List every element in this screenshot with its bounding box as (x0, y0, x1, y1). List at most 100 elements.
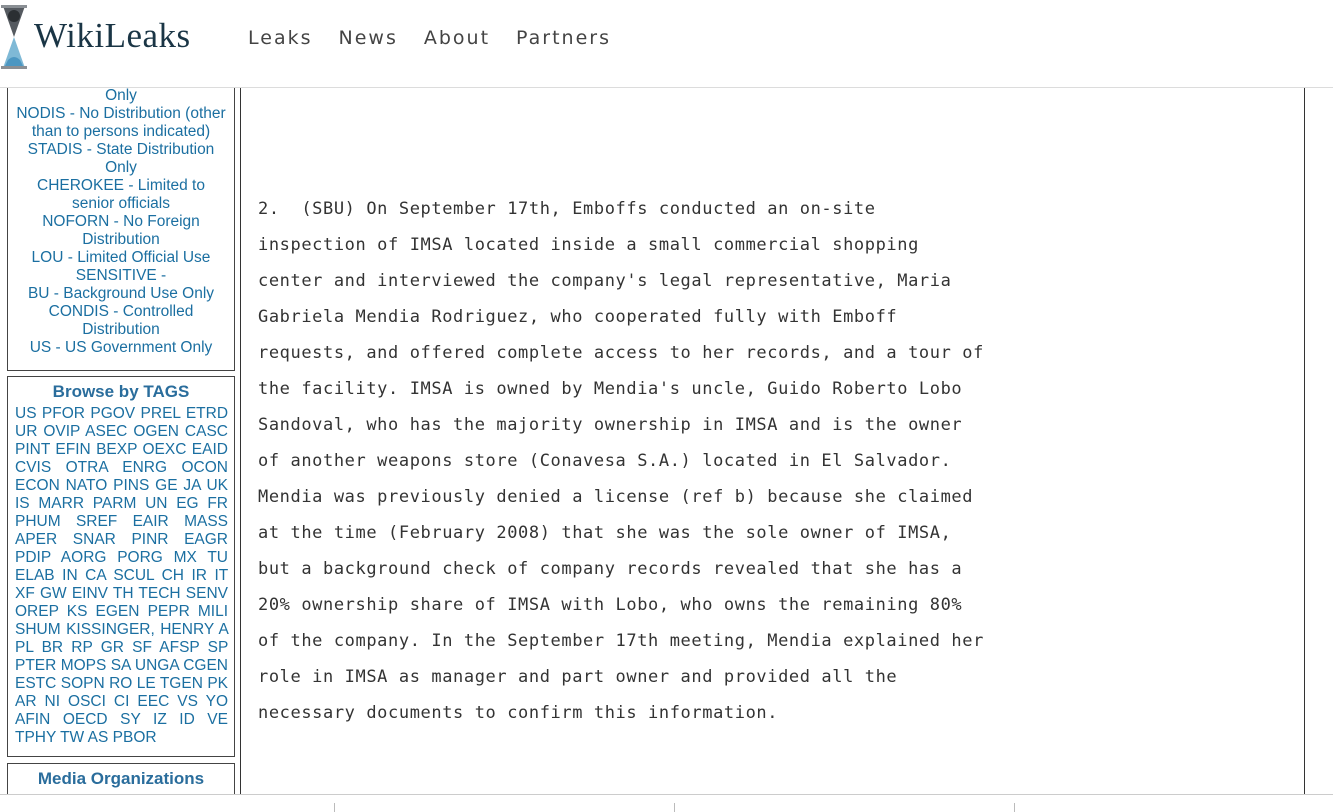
tag-link[interactable]: IR (192, 567, 208, 584)
handling-item[interactable]: BU - Background Use Only (8, 285, 234, 303)
tag-link[interactable]: AR (15, 693, 37, 710)
tag-link[interactable]: ECON (15, 477, 60, 494)
tag-link[interactable]: KISSINGER, HENRY A (66, 621, 228, 638)
handling-item[interactable]: STADIS - State Distribution (8, 141, 234, 159)
tag-link[interactable]: EGEN (96, 603, 140, 620)
tag-link[interactable]: EAID (192, 441, 228, 458)
tag-link[interactable]: ENRG (122, 459, 167, 476)
tag-link[interactable]: IZ (153, 711, 167, 728)
tag-link[interactable]: SREF (76, 513, 117, 530)
handling-item[interactable]: NOFORN - No Foreign (8, 213, 234, 231)
tag-link[interactable]: LE (137, 675, 156, 692)
tag-link[interactable]: CI (114, 693, 130, 710)
tag-link[interactable]: PFOR (42, 405, 85, 422)
handling-item[interactable]: than to persons indicated) (8, 123, 234, 141)
tag-link[interactable]: TU (207, 549, 228, 566)
handling-item[interactable]: CONDIS - Controlled (8, 303, 234, 321)
tag-link[interactable]: SP (208, 639, 228, 656)
tag-link[interactable]: MILI (198, 603, 228, 620)
tag-link[interactable]: GR (101, 639, 124, 656)
tag-link[interactable]: EFIN (55, 441, 90, 458)
tag-link[interactable]: SA (111, 657, 131, 674)
tag-link[interactable]: TH (113, 585, 134, 602)
tag-link[interactable]: GW (40, 585, 67, 602)
tag-link[interactable]: PGOV (90, 405, 135, 422)
tag-link[interactable]: OREP (15, 603, 59, 620)
tag-link[interactable]: OGEN (133, 423, 179, 440)
tag-link[interactable]: VS (177, 693, 198, 710)
tag-link[interactable]: APER (15, 531, 57, 548)
tag-link[interactable]: AFSP (159, 639, 199, 656)
tag-link[interactable]: BEXP (96, 441, 137, 458)
tag-link[interactable]: ID (179, 711, 195, 728)
tag-link[interactable]: PORG (117, 549, 163, 566)
tag-link[interactable]: PL (15, 639, 33, 656)
tag-link[interactable]: GE (155, 477, 177, 494)
tag-link[interactable]: OECD (63, 711, 108, 728)
handling-item[interactable]: LOU - Limited Official Use (8, 249, 234, 267)
nav-news[interactable]: News (339, 27, 398, 49)
tag-link[interactable]: PARM (93, 495, 137, 512)
tag-link[interactable]: FR (207, 495, 228, 512)
tag-link[interactable]: KS (67, 603, 88, 620)
tag-link[interactable]: EAIR (133, 513, 169, 530)
tag-link[interactable]: IS (15, 495, 30, 512)
tag-link[interactable]: PINT (15, 441, 50, 458)
tag-link[interactable]: PBOR (113, 729, 157, 746)
handling-item[interactable]: senior officials (8, 195, 234, 213)
handling-item[interactable]: Only (8, 159, 234, 177)
handling-item[interactable]: NODIS - No Distribution (other (8, 105, 234, 123)
tag-link[interactable]: TW (60, 729, 84, 746)
tag-link[interactable]: JA (183, 477, 200, 494)
tag-link[interactable]: TGEN (160, 675, 203, 692)
tag-link[interactable]: MOPS (61, 657, 107, 674)
tag-link[interactable]: MASS (184, 513, 228, 530)
handling-item[interactable]: Distribution (8, 321, 234, 339)
tag-link[interactable]: CVIS (15, 459, 51, 476)
tag-link[interactable]: CASC (185, 423, 228, 440)
tag-link[interactable]: TPHY (15, 729, 56, 746)
tag-link[interactable]: XF (15, 585, 35, 602)
tag-link[interactable]: OTRA (66, 459, 108, 476)
tag-link[interactable]: SOPN (61, 675, 105, 692)
tag-link[interactable]: MARR (38, 495, 84, 512)
tag-link[interactable]: US (15, 405, 37, 422)
tag-link[interactable]: PHUM (15, 513, 61, 530)
nav-about[interactable]: About (424, 27, 490, 49)
tag-link[interactable]: EEC (137, 693, 169, 710)
tag-link[interactable]: OSCI (68, 693, 106, 710)
handling-item[interactable]: CHEROKEE - Limited to (8, 177, 234, 195)
tag-link[interactable]: OEXC (143, 441, 187, 458)
handling-item[interactable]: US - US Government Only (8, 339, 234, 357)
tag-link[interactable]: SY (120, 711, 140, 728)
nav-leaks[interactable]: Leaks (248, 27, 313, 49)
tag-link[interactable]: TECH (138, 585, 180, 602)
tag-link[interactable]: NI (45, 693, 61, 710)
tag-link[interactable]: PEPR (148, 603, 190, 620)
tag-link[interactable]: PDIP (15, 549, 51, 566)
tag-link[interactable]: AS (88, 729, 109, 746)
tag-link[interactable]: UK (206, 477, 228, 494)
tag-link[interactable]: SENV (186, 585, 228, 602)
tag-link[interactable]: CGEN (183, 657, 228, 674)
tag-link[interactable]: VE (207, 711, 228, 728)
tag-link[interactable]: AORG (61, 549, 107, 566)
tag-link[interactable]: PK (207, 675, 228, 692)
tag-link[interactable]: ELAB (15, 567, 55, 584)
tag-link[interactable]: NATO (66, 477, 108, 494)
tag-link[interactable]: SHUM (15, 621, 61, 638)
tag-link[interactable]: PTER (15, 657, 56, 674)
tag-link[interactable]: EINV (72, 585, 108, 602)
tag-link[interactable]: AFIN (15, 711, 50, 728)
tag-link[interactable]: IN (62, 567, 78, 584)
tag-link[interactable]: RO (109, 675, 132, 692)
tag-link[interactable]: PREL (141, 405, 181, 422)
tag-link[interactable]: BR (42, 639, 64, 656)
tag-link[interactable]: OVIP (43, 423, 80, 440)
tag-link[interactable]: IT (215, 567, 229, 584)
tag-link[interactable]: CH (162, 567, 184, 584)
tag-link[interactable]: SCUL (113, 567, 154, 584)
tag-link[interactable]: OCON (182, 459, 229, 476)
media-title[interactable]: Media Organizations (8, 769, 234, 789)
tag-link[interactable]: ASEC (85, 423, 127, 440)
